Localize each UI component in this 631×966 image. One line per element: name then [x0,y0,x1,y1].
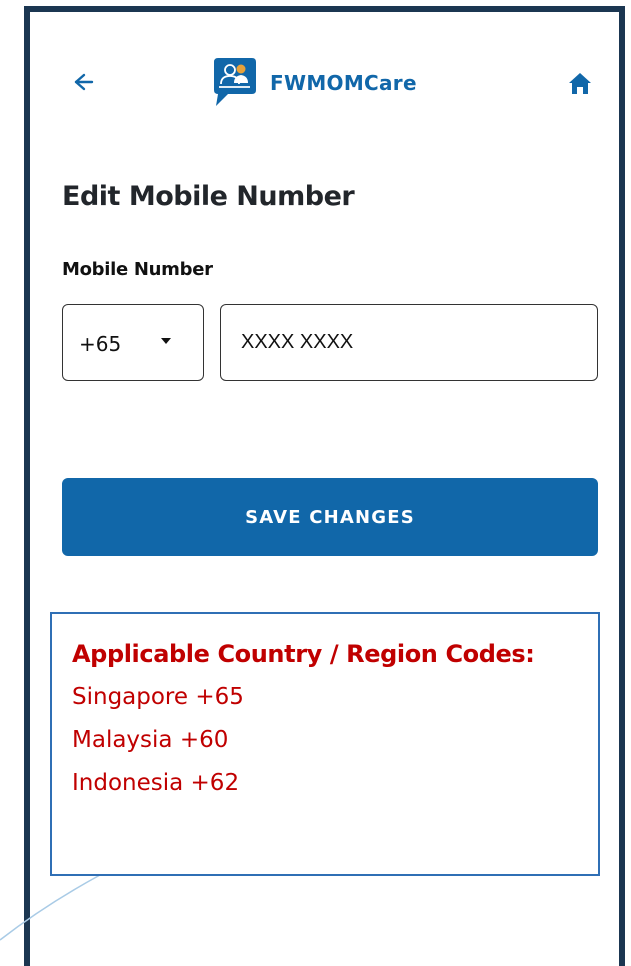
arrow-left-icon [74,73,94,91]
country-code-value: +65 [79,332,122,356]
note-item-indonesia: Indonesia +62 [72,770,240,796]
mobile-number-input[interactable] [220,304,598,381]
home-button[interactable] [560,64,600,104]
page-title: Edit Mobile Number [62,181,355,212]
country-codes-note: Applicable Country / Region Codes: Singa… [50,612,600,876]
caret-down-icon [161,338,171,344]
note-title: Applicable Country / Region Codes: [72,640,535,668]
app-name: FWMOMCare [270,71,417,95]
app-header: FWMOMCare [60,50,600,120]
brand: FWMOMCare [210,56,417,110]
chat-people-logo [214,58,256,106]
note-item-malaysia: Malaysia +60 [72,727,229,753]
home-icon [569,73,591,94]
back-button[interactable] [60,62,100,102]
mobile-number-label: Mobile Number [62,259,213,280]
country-code-select[interactable]: +65 [62,304,204,381]
note-item-singapore: Singapore +65 [72,684,244,710]
save-changes-button[interactable]: SAVE CHANGES [62,478,598,556]
